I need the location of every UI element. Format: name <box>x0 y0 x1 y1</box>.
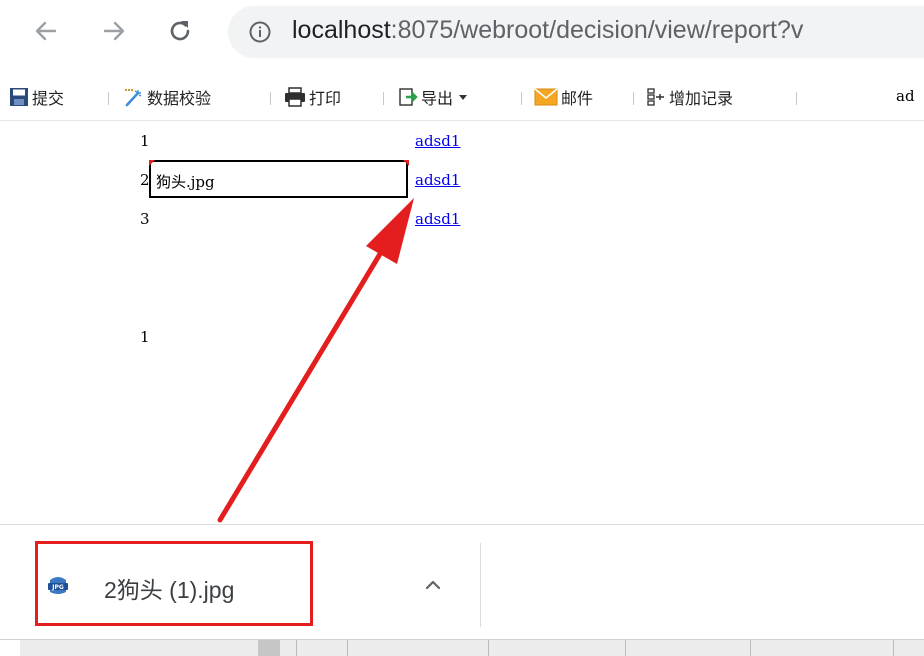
submit-label: 提交 <box>32 89 65 108</box>
validate-label: 数据校验 <box>147 89 212 108</box>
grid-cell <box>258 640 280 656</box>
print-label: 打印 <box>309 89 342 108</box>
toolbar-divider <box>796 92 797 105</box>
grid-cell <box>0 640 20 656</box>
info-icon[interactable] <box>248 20 272 44</box>
toolbar-divider <box>633 92 634 105</box>
url-host: localhost <box>292 16 391 44</box>
toolbar-divider <box>521 92 522 105</box>
submit-button[interactable]: 提交 <box>9 85 64 109</box>
row-number: 1 <box>140 328 150 346</box>
reload-icon <box>170 21 190 41</box>
grid-line <box>893 640 894 656</box>
toolbar-divider <box>270 92 271 105</box>
back-button[interactable] <box>28 13 64 49</box>
add-record-label: 增加记录 <box>669 89 734 108</box>
validate-button[interactable]: 数据校验 <box>124 85 211 109</box>
download-shelf: JPG 2狗头 (1).jpg <box>0 524 924 640</box>
toolbar-divider <box>383 92 384 105</box>
cell-corner-marker <box>149 160 155 166</box>
grid-line <box>347 640 348 656</box>
url-text: localhost:8075/webroot/decision/view/rep… <box>292 16 803 45</box>
cell-corner-marker <box>403 160 409 166</box>
row-number: 1 <box>140 132 150 150</box>
arrow-left-icon <box>35 21 57 41</box>
shelf-divider <box>480 543 481 627</box>
bottom-grid-strip <box>0 639 924 656</box>
row-link[interactable]: adsd1 <box>415 132 460 150</box>
toolbar-divider <box>108 92 109 105</box>
file-cell-text: 狗头.jpg <box>156 173 215 191</box>
chevron-up-icon[interactable] <box>420 571 446 597</box>
url-path: :8075/webroot/decision/view/report?v <box>390 16 804 44</box>
add-record-button[interactable]: 增加记录 <box>646 85 733 109</box>
forward-button[interactable] <box>96 13 132 49</box>
report-toolbar: 提交 数据校验 打印 导出 邮件 增加记录 ad <box>0 74 924 121</box>
browser-navbar: localhost:8075/webroot/decision/view/rep… <box>0 0 924 62</box>
toolbar-truncated-text: ad <box>896 87 915 105</box>
save-icon <box>10 88 28 106</box>
export-label: 导出 <box>421 89 454 108</box>
row-link[interactable]: adsd1 <box>415 171 460 189</box>
mail-icon <box>534 88 558 106</box>
arrow-right-icon <box>103 21 125 41</box>
row-number: 3 <box>140 210 150 228</box>
caret-down-icon <box>459 95 468 100</box>
printer-icon <box>285 87 305 107</box>
print-button[interactable]: 打印 <box>284 85 341 109</box>
row-link[interactable]: adsd1 <box>415 210 460 228</box>
email-button[interactable]: 邮件 <box>534 85 593 109</box>
grid-line <box>296 640 297 656</box>
grid-line <box>625 640 626 656</box>
email-label: 邮件 <box>561 89 594 108</box>
selected-file-cell[interactable]: 狗头.jpg <box>149 160 408 198</box>
add-record-icon <box>647 88 664 106</box>
report-area <box>0 122 924 524</box>
grid-line <box>488 640 489 656</box>
address-bar[interactable]: localhost:8075/webroot/decision/view/rep… <box>228 6 924 58</box>
grid-line <box>750 640 751 656</box>
export-button[interactable]: 导出 <box>398 85 472 109</box>
highlight-box <box>35 541 313 626</box>
export-icon <box>399 88 418 106</box>
reload-button[interactable] <box>162 13 198 49</box>
wand-icon <box>125 89 142 107</box>
